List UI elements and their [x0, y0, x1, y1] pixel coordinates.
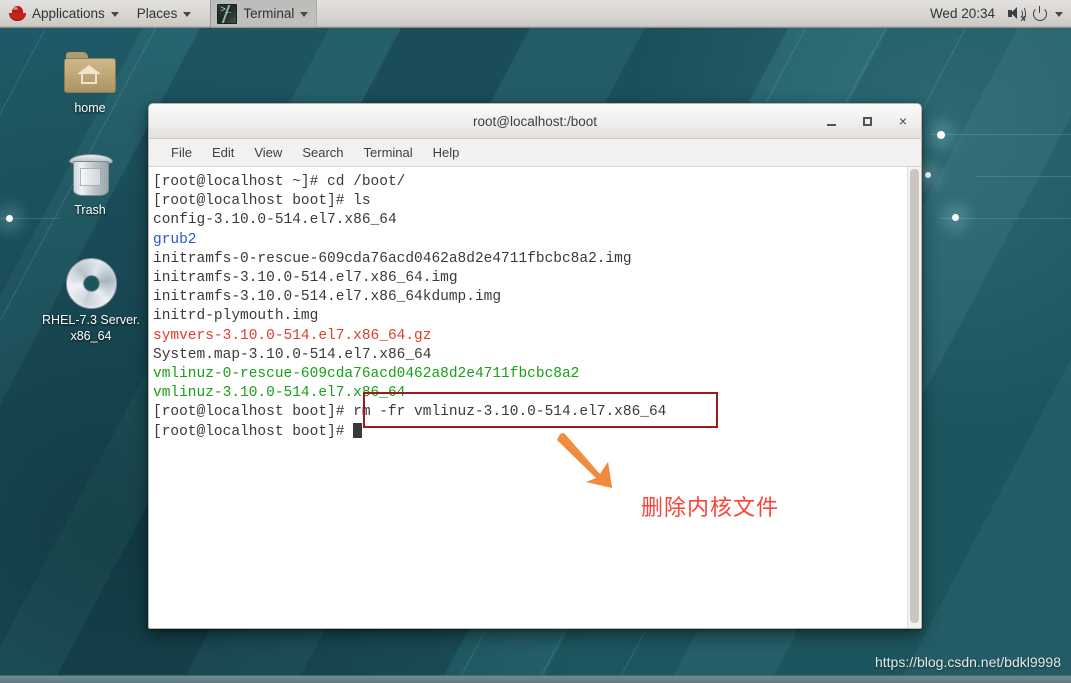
menu-help[interactable]: Help: [423, 142, 470, 163]
applications-menu[interactable]: Applications: [0, 0, 128, 28]
desktop-icon-rhel-disc[interactable]: RHEL-7.3 Server. x86_64: [32, 258, 150, 344]
menu-search[interactable]: Search: [292, 142, 353, 163]
terminal-line: [root@localhost boot]# ls: [153, 192, 921, 211]
terminal-text-segment: [root@localhost boot]# ls: [153, 193, 371, 210]
menu-view[interactable]: View: [244, 142, 292, 163]
terminal-text-segment: config-3.10.0-514.el7.x86_64: [153, 212, 397, 229]
terminal-line: initramfs-3.10.0-514.el7.x86_64.img: [153, 269, 921, 288]
terminal-line: [root@localhost boot]# rm -fr vmlinuz-3.…: [153, 403, 921, 422]
volume-muted-icon[interactable]: x: [1005, 0, 1027, 28]
chevron-down-icon: [300, 12, 309, 17]
terminal-line: initramfs-3.10.0-514.el7.x86_64kdump.img: [153, 288, 921, 307]
optical-disc-icon: [66, 258, 117, 309]
chevron-down-icon: [183, 12, 192, 17]
wallpaper-line: [930, 134, 1071, 135]
window-titlebar[interactable]: root@localhost:/boot ×: [149, 104, 921, 139]
terminal-line: vmlinuz-3.10.0-514.el7.x86_64: [153, 384, 921, 403]
wallpaper-dot: [937, 131, 945, 139]
terminal-text-segment: grub2: [153, 231, 197, 248]
terminal-text-segment: initramfs-0-rescue-609cda76acd0462a8d2e4…: [153, 250, 632, 267]
chevron-down-icon: [110, 12, 119, 17]
terminal-text-segment: symvers-3.10.0-514.el7.x86_64.gz: [153, 327, 432, 344]
terminal-line: config-3.10.0-514.el7.x86_64: [153, 211, 921, 230]
desktop-icon-label: Trash: [74, 203, 106, 217]
places-menu[interactable]: Places: [128, 0, 201, 28]
wallpaper-dot: [952, 214, 959, 221]
menu-terminal[interactable]: Terminal: [354, 142, 423, 163]
taskbar-item-label: Terminal: [243, 6, 295, 21]
wallpaper-dot: [6, 215, 13, 222]
terminal-line: vmlinuz-0-rescue-609cda76acd0462a8d2e471…: [153, 365, 921, 384]
terminal-text-segment: System.map-3.10.0-514.el7.x86_64: [153, 346, 432, 363]
maximize-button[interactable]: [857, 111, 877, 131]
wallpaper-line: [975, 176, 1071, 177]
terminal-line: initramfs-0-rescue-609cda76acd0462a8d2e4…: [153, 250, 921, 269]
terminal-text-segment: initramfs-3.10.0-514.el7.x86_64.img: [153, 270, 458, 287]
terminal-text-segment: initrd-plymouth.img: [153, 308, 319, 325]
terminal-line: System.map-3.10.0-514.el7.x86_64: [153, 346, 921, 365]
scrollbar-thumb[interactable]: [910, 169, 919, 623]
terminal-cursor: [353, 422, 362, 438]
terminal-icon: >_: [217, 3, 238, 24]
terminal-window[interactable]: root@localhost:/boot × File Edit View Se…: [148, 103, 922, 629]
window-controls: ×: [821, 104, 913, 138]
power-icon[interactable]: [1029, 0, 1051, 28]
taskbar-item-terminal[interactable]: >_ Terminal: [210, 0, 318, 28]
top-panel: Applications Places >_ Terminal Wed 20:3…: [0, 0, 1071, 28]
wallpaper-line: [940, 218, 1071, 219]
menu-edit[interactable]: Edit: [202, 142, 244, 163]
terminal-line: [root@localhost ~]# cd /boot/: [153, 173, 921, 192]
desktop-icon-label: home: [74, 101, 106, 115]
desktop-icon-home[interactable]: home: [35, 52, 145, 116]
clock[interactable]: Wed 20:34: [922, 6, 1003, 21]
terminal-line: [root@localhost boot]#: [153, 422, 921, 442]
trash-icon: [66, 152, 114, 198]
panel-status-area: Wed 20:34 x: [922, 0, 1071, 28]
terminal-text-segment: vmlinuz-3.10.0-514.el7.x86_64: [153, 385, 406, 402]
vertical-scrollbar[interactable]: [907, 167, 921, 628]
bottom-bar: [0, 675, 1071, 683]
terminal-text-segment: initramfs-3.10.0-514.el7.x86_64kdump.img: [153, 289, 502, 306]
window-title: root@localhost:/boot: [472, 113, 598, 129]
desktop-screen: Applications Places >_ Terminal Wed 20:3…: [0, 0, 1071, 683]
terminal-output-area[interactable]: [root@localhost ~]# cd /boot/ [root@local…: [149, 167, 921, 628]
terminal-text-segment: [root@localhost boot]# rm -fr vmlinuz-3.…: [153, 404, 667, 421]
terminal-text-segment: [root@localhost ~]# cd /boot/: [153, 174, 406, 190]
terminal-line: initrd-plymouth.img: [153, 307, 921, 326]
terminal-text-segment: vmlinuz-0-rescue-609cda76acd0462a8d2e471…: [153, 366, 580, 383]
home-folder-icon: [64, 52, 116, 96]
close-button[interactable]: ×: [893, 111, 913, 131]
minimize-button[interactable]: [821, 111, 841, 131]
places-menu-label: Places: [136, 6, 178, 21]
desktop-icon-label-line1: RHEL-7.3 Server.: [42, 313, 140, 327]
terminal-line: symvers-3.10.0-514.el7.x86_64.gz: [153, 327, 921, 346]
menu-bar: File Edit View Search Terminal Help: [149, 139, 921, 167]
terminal-text-segment: [root@localhost boot]#: [153, 423, 354, 440]
redhat-logo-icon: [9, 5, 26, 22]
menu-file[interactable]: File: [161, 142, 202, 163]
terminal-line: grub2: [153, 231, 921, 250]
applications-menu-label: Applications: [32, 6, 105, 21]
wallpaper-dot: [925, 172, 931, 178]
watermark: https://blog.csdn.net/bdkl9998: [874, 654, 1061, 670]
desktop-icon-trash[interactable]: Trash: [35, 152, 145, 218]
terminal-text: [root@localhost ~]# cd /boot/ [root@local…: [153, 173, 921, 442]
desktop-icon-label-line2: x86_64: [70, 329, 112, 343]
chevron-down-icon[interactable]: [1055, 12, 1063, 17]
